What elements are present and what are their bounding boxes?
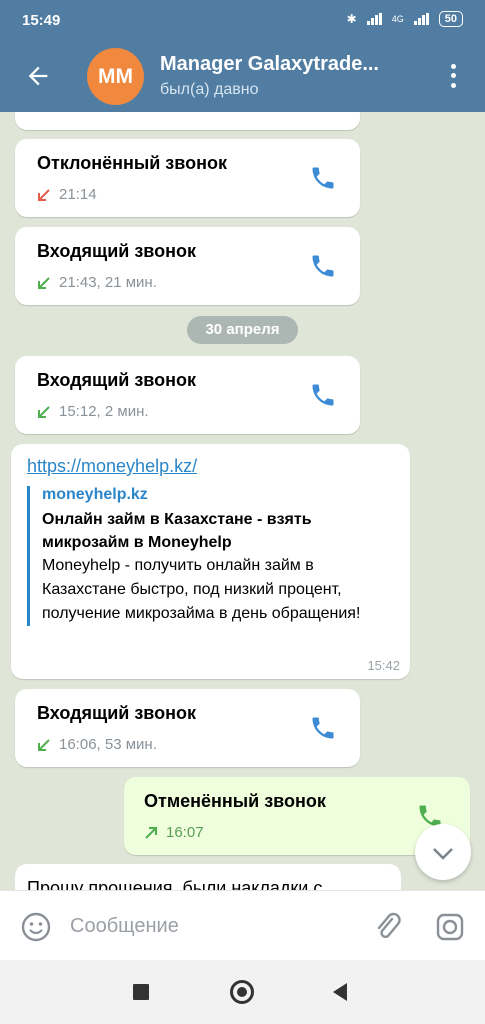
link-message[interactable]: https://moneyhelp.kz/ moneyhelp.kz Онлай…: [11, 444, 410, 679]
recents-icon[interactable]: [133, 984, 149, 1000]
network-type-label: 4G: [391, 14, 404, 24]
call-meta: 21:43, 21 мин.: [37, 274, 157, 291]
scroll-down-button[interactable]: [415, 824, 471, 880]
status-time: 15:49: [22, 12, 61, 29]
call-time: 16:07: [166, 824, 204, 841]
message-bubble-partial: [15, 112, 360, 130]
message-composer: Сообщение: [0, 890, 485, 960]
link-preview[interactable]: moneyhelp.kz Онлайн займ в Казахстане - …: [27, 486, 397, 626]
text-message[interactable]: Прошу прощения, были накладки с: [15, 864, 401, 890]
call-title: Входящий звонок: [37, 241, 196, 261]
signal-icon: [366, 13, 382, 25]
phone-icon[interactable]: [309, 252, 337, 280]
call-message[interactable]: Входящий звонок 21:43, 21 мин.: [15, 227, 360, 305]
incoming-call-arrow-icon: [38, 276, 50, 289]
back-triangle-icon[interactable]: [333, 983, 347, 1001]
call-time: 21:14: [59, 186, 97, 203]
status-bar: 15:49 ✱ 4G 50: [0, 0, 485, 40]
home-icon[interactable]: [230, 980, 254, 1004]
call-title: Отменённый звонок: [144, 791, 326, 811]
message-input[interactable]: Сообщение: [70, 915, 179, 938]
paperclip-icon[interactable]: [372, 911, 404, 943]
arrow-left-icon[interactable]: [24, 62, 52, 90]
phone-icon[interactable]: [309, 714, 337, 742]
outgoing-call-arrow-icon: [145, 826, 157, 839]
call-message[interactable]: Входящий звонок 16:06, 53 мин.: [15, 689, 360, 767]
system-navigation-bar: [0, 960, 485, 1024]
more-vert-icon[interactable]: [446, 62, 460, 90]
call-meta: 16:06, 53 мин.: [37, 736, 157, 753]
link-preview-description: Moneyhelp - получить онлайн займ в Казах…: [42, 557, 361, 622]
call-title: Отклонённый звонок: [37, 153, 227, 173]
call-message[interactable]: Отклонённый звонок 21:14: [15, 139, 360, 217]
chevron-down-icon: [433, 848, 453, 860]
incoming-call-arrow-icon: [38, 405, 50, 418]
message-list[interactable]: Отклонённый звонок 21:14 Входящий звонок…: [0, 112, 485, 890]
call-meta: 15:12, 2 мин.: [37, 403, 149, 420]
phone-icon[interactable]: [309, 164, 337, 192]
chat-subtitle: был(а) давно: [160, 81, 259, 98]
signal-icon-2: [413, 13, 429, 25]
chat-title[interactable]: Manager Galaxytrade...: [160, 53, 425, 76]
status-icons: ✱ 4G 50: [347, 11, 463, 27]
call-meta: 21:14: [37, 186, 97, 203]
call-title: Входящий звонок: [37, 703, 196, 723]
incoming-call-arrow-icon: [38, 738, 50, 751]
battery-icon: 50: [438, 11, 463, 27]
call-title: Входящий звонок: [37, 370, 196, 390]
link-preview-site: moneyhelp.kz: [42, 486, 148, 503]
call-time: 16:06, 53 мин.: [59, 736, 157, 753]
call-meta: 16:07: [144, 824, 204, 841]
call-time: 21:43, 21 мин.: [59, 274, 157, 291]
bluetooth-icon: ✱: [346, 12, 357, 26]
link-preview-title: Онлайн займ в Казахстане - взять микроза…: [42, 511, 312, 551]
avatar[interactable]: MM: [87, 48, 144, 105]
message-time: 15:42: [367, 658, 400, 673]
emoji-icon[interactable]: [20, 911, 52, 943]
call-time: 15:12, 2 мин.: [59, 403, 149, 420]
phone-icon[interactable]: [309, 381, 337, 409]
call-message[interactable]: Входящий звонок 15:12, 2 мин.: [15, 356, 360, 434]
message-link[interactable]: https://moneyhelp.kz/: [27, 456, 197, 477]
camera-icon[interactable]: [434, 911, 466, 943]
chat-header: MM Manager Galaxytrade... был(а) давно: [0, 40, 485, 112]
declined-call-arrow-icon: [38, 188, 50, 201]
date-separator: 30 апреля: [187, 316, 298, 344]
